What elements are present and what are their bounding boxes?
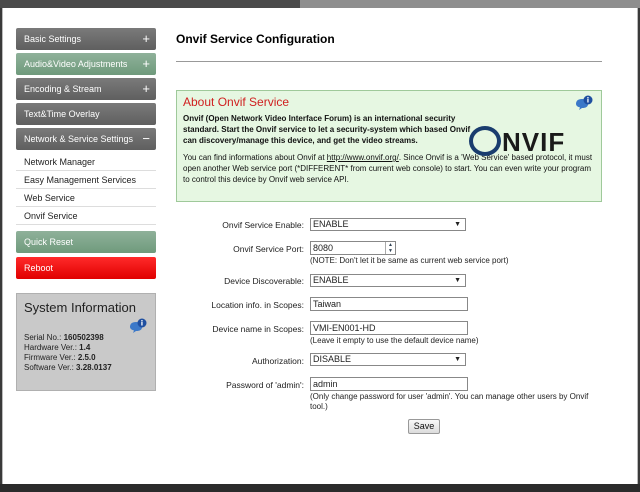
svg-text:i: i [587,97,589,105]
menu-audio-video[interactable]: Audio&Video Adjustments + [16,53,156,75]
service-port-stepper[interactable]: 8080 ▲ ▼ [310,241,396,255]
main-content: Onvif Service Configuration About Onvif … [176,28,602,434]
dropdown-arrow-icon: ▼ [454,277,461,284]
menu-text-time-overlay[interactable]: Text&Time Overlay [16,103,156,125]
device-name-note: (Leave it empty to use the default devic… [310,336,479,345]
plus-icon: + [142,31,150,46]
authorization-select[interactable]: DISABLE ▼ [310,353,466,366]
stepper-arrows-icon[interactable]: ▲ ▼ [385,242,395,254]
device-name-label: Device name in Scopes: [212,324,304,334]
help-info-icon[interactable]: i [575,95,593,111]
onvif-logo: NVIF [469,126,565,159]
password-input[interactable]: admin [310,377,468,391]
save-button[interactable]: Save [408,419,440,434]
minus-icon: − [142,131,150,146]
dropdown-arrow-icon: ▼ [454,356,461,363]
discoverable-select[interactable]: ENABLE ▼ [310,274,466,287]
menu-network-service[interactable]: Network & Service Settings − [16,128,156,150]
discoverable-label: Device Discoverable: [224,276,304,286]
serial-row: Serial No.: 160502398 [24,333,104,342]
submenu-web-service[interactable]: Web Service [16,189,156,207]
svg-text:i: i [141,320,143,328]
network-submenu: Network Manager Easy Management Services… [16,153,156,225]
location-input[interactable]: Taiwan [310,297,468,311]
system-information-panel: System Information i Serial No.: 1605023… [16,293,156,391]
password-label: Password of 'admin': [226,380,304,390]
submenu-onvif-service[interactable]: Onvif Service [16,207,156,225]
menu-encoding-stream[interactable]: Encoding & Stream + [16,78,156,100]
service-port-note: (NOTE: Don't let it be same as current w… [310,256,509,265]
service-enable-select[interactable]: ENABLE ▼ [310,218,466,231]
help-info-icon[interactable]: i [129,318,147,334]
bottom-bar [0,484,640,492]
password-note: (Only change password for user 'admin'. … [310,392,589,411]
firmware-row: Firmware Ver.: 2.5.0 [24,353,96,362]
top-bar-highlight [300,0,640,8]
submenu-network-manager[interactable]: Network Manager [16,153,156,171]
onvif-logo-ring-icon [469,126,501,157]
onvif-link[interactable]: http://www.onvif.org/ [327,153,399,162]
about-description: Onvif (Open Network Video Interface Foru… [183,114,471,145]
hardware-row: Hardware Ver.: 1.4 [24,343,91,352]
page-title: Onvif Service Configuration [176,28,602,62]
service-port-label: Onvif Service Port: [233,244,304,254]
authorization-label: Authorization: [252,356,304,366]
reboot-button[interactable]: Reboot [16,257,156,279]
about-onvif-panel: About Onvif Service i Onvif (Open Networ… [176,90,602,202]
menu-basic-settings[interactable]: Basic Settings + [16,28,156,50]
sysinfo-title: System Information [24,300,136,315]
device-name-input[interactable]: VMI-EN001-HD [310,321,468,335]
submenu-easy-management[interactable]: Easy Management Services [16,171,156,189]
sidebar: Basic Settings + Audio&Video Adjustments… [16,28,156,391]
service-enable-label: Onvif Service Enable: [222,220,304,230]
plus-icon: + [142,56,150,71]
dropdown-arrow-icon: ▼ [454,221,461,228]
software-row: Software Ver.: 3.28.0137 [24,363,112,372]
about-title: About Onvif Service [183,95,290,109]
location-label: Location info. in Scopes: [211,300,304,310]
plus-icon: + [142,81,150,96]
quick-reset-button[interactable]: Quick Reset [16,231,156,253]
